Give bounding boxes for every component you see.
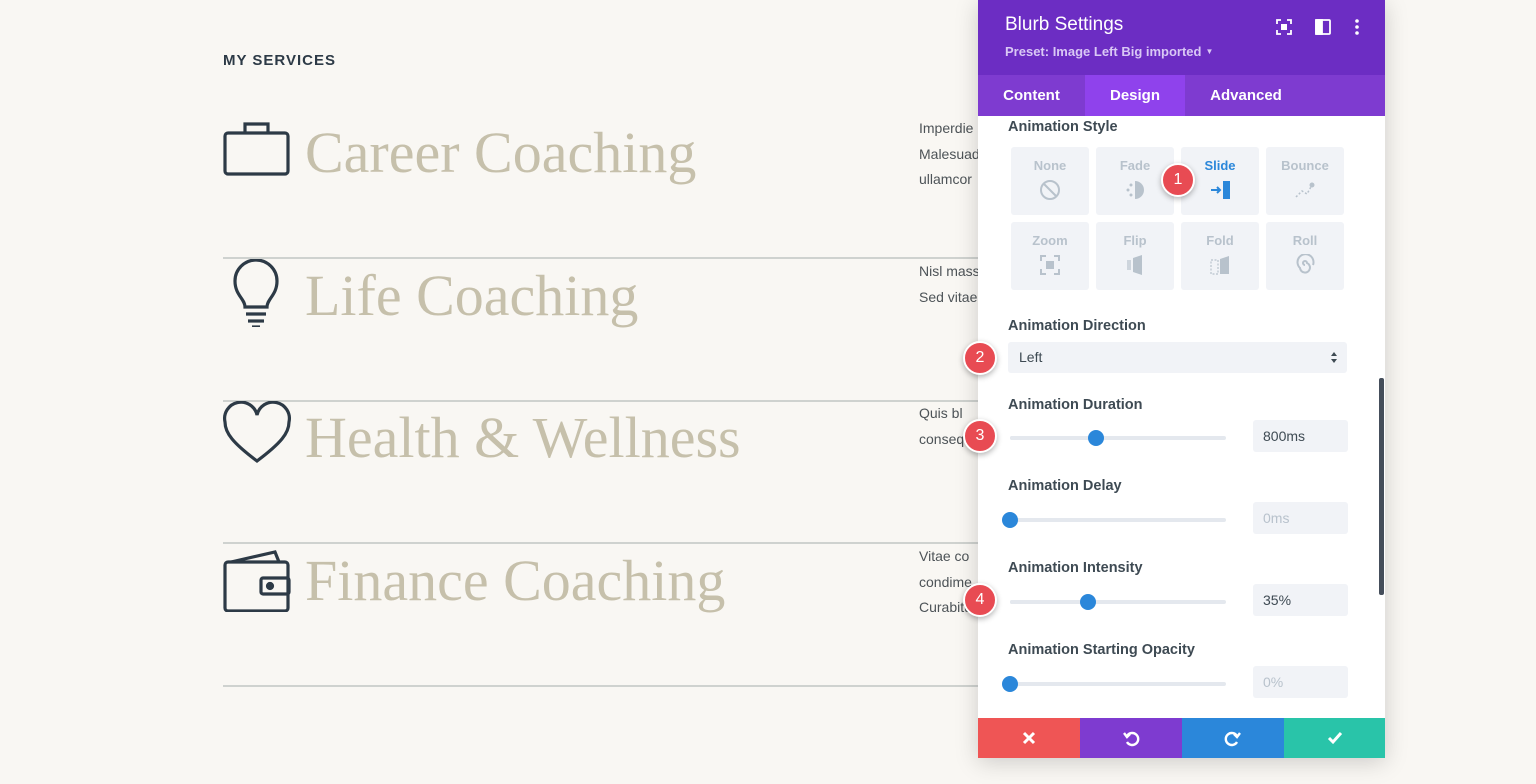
- service-title: Finance Coaching: [305, 548, 726, 613]
- lightbulb-icon: [233, 259, 279, 327]
- animation-intensity-input[interactable]: 35%: [1253, 584, 1348, 616]
- panel-body: Animation Style None Fade Slide Bounce Z…: [978, 116, 1385, 718]
- animation-delay-label: Animation Delay: [1008, 478, 1122, 494]
- none-icon: [1040, 180, 1060, 200]
- step-badge-4: 4: [963, 583, 997, 617]
- step-badge-2: 2: [963, 341, 997, 375]
- section-label: MY SERVICES: [223, 52, 336, 69]
- slide-icon: [1211, 181, 1230, 199]
- animation-intensity-label: Animation Intensity: [1008, 560, 1143, 576]
- animation-direction-select[interactable]: Left: [1008, 342, 1347, 373]
- undo-button[interactable]: [1080, 718, 1182, 758]
- redo-button[interactable]: [1182, 718, 1284, 758]
- undo-icon: [1123, 731, 1140, 747]
- slider-fill: [1010, 600, 1088, 604]
- animation-style-roll[interactable]: Roll: [1266, 222, 1344, 290]
- tab-content[interactable]: Content: [978, 75, 1085, 116]
- panel-footer: [978, 718, 1385, 758]
- animation-direction-label: Animation Direction: [1008, 318, 1146, 334]
- blurb-settings-panel: Blurb Settings Preset: Image Left Big im…: [978, 0, 1385, 758]
- checkmark-icon: [1327, 732, 1342, 745]
- tab-design[interactable]: Design: [1085, 75, 1185, 116]
- bounce-icon: [1295, 182, 1315, 198]
- panel-header[interactable]: Blurb Settings Preset: Image Left Big im…: [978, 0, 1385, 75]
- slider-handle[interactable]: [1079, 594, 1096, 610]
- split-view-icon[interactable]: [1314, 18, 1332, 36]
- animation-style-fold[interactable]: Fold: [1181, 222, 1259, 290]
- animation-intensity-slider[interactable]: [1010, 594, 1226, 610]
- heart-icon: [223, 401, 291, 464]
- animation-duration-label: Animation Duration: [1008, 397, 1143, 413]
- caret-down-icon: ▼: [1205, 47, 1214, 56]
- discard-button[interactable]: [978, 718, 1080, 758]
- panel-scrollbar[interactable]: [1379, 378, 1384, 595]
- animation-delay-input[interactable]: 0ms: [1253, 502, 1348, 534]
- animation-delay-slider[interactable]: [1002, 512, 1226, 528]
- briefcase-icon: [223, 122, 290, 176]
- save-button[interactable]: [1284, 718, 1385, 758]
- animation-duration-input[interactable]: 800ms: [1253, 420, 1348, 452]
- service-title: Life Coaching: [305, 263, 639, 328]
- fold-icon: [1210, 256, 1229, 275]
- fade-icon: [1126, 181, 1144, 199]
- animation-opacity-label: Animation Starting Opacity: [1008, 642, 1195, 658]
- animation-style-zoom[interactable]: Zoom: [1011, 222, 1089, 290]
- panel-title: Blurb Settings: [1005, 14, 1124, 35]
- service-title: Career Coaching: [305, 120, 697, 185]
- close-icon: [1022, 731, 1036, 745]
- service-title: Health & Wellness: [305, 405, 741, 470]
- flip-icon: [1127, 255, 1142, 275]
- panel-tabs: Content Design Advanced: [978, 75, 1385, 116]
- slider-fill: [1010, 436, 1097, 440]
- slider-handle[interactable]: [1088, 430, 1105, 446]
- animation-style-label: Animation Style: [1008, 119, 1118, 135]
- tab-advanced[interactable]: Advanced: [1185, 75, 1307, 116]
- wallet-icon: [223, 550, 291, 612]
- animation-duration-slider[interactable]: [1010, 430, 1226, 446]
- preset-selector[interactable]: Preset: Image Left Big imported ▼: [1005, 44, 1213, 59]
- more-vertical-icon[interactable]: [1348, 18, 1366, 36]
- redo-icon: [1224, 731, 1241, 747]
- animation-style-none[interactable]: None: [1011, 147, 1089, 215]
- animation-opacity-input[interactable]: 0%: [1253, 666, 1348, 698]
- animation-style-flip[interactable]: Flip: [1096, 222, 1174, 290]
- slider-handle[interactable]: [1002, 676, 1018, 692]
- slider-handle[interactable]: [1002, 512, 1018, 528]
- step-badge-3: 3: [963, 419, 997, 453]
- select-arrows-icon: [1331, 352, 1337, 363]
- roll-icon: [1296, 254, 1315, 274]
- animation-opacity-slider[interactable]: [1002, 676, 1226, 692]
- animation-style-bounce[interactable]: Bounce: [1266, 147, 1344, 215]
- zoom-icon: [1040, 255, 1060, 275]
- step-badge-1: 1: [1161, 163, 1195, 197]
- focus-icon[interactable]: [1275, 18, 1293, 36]
